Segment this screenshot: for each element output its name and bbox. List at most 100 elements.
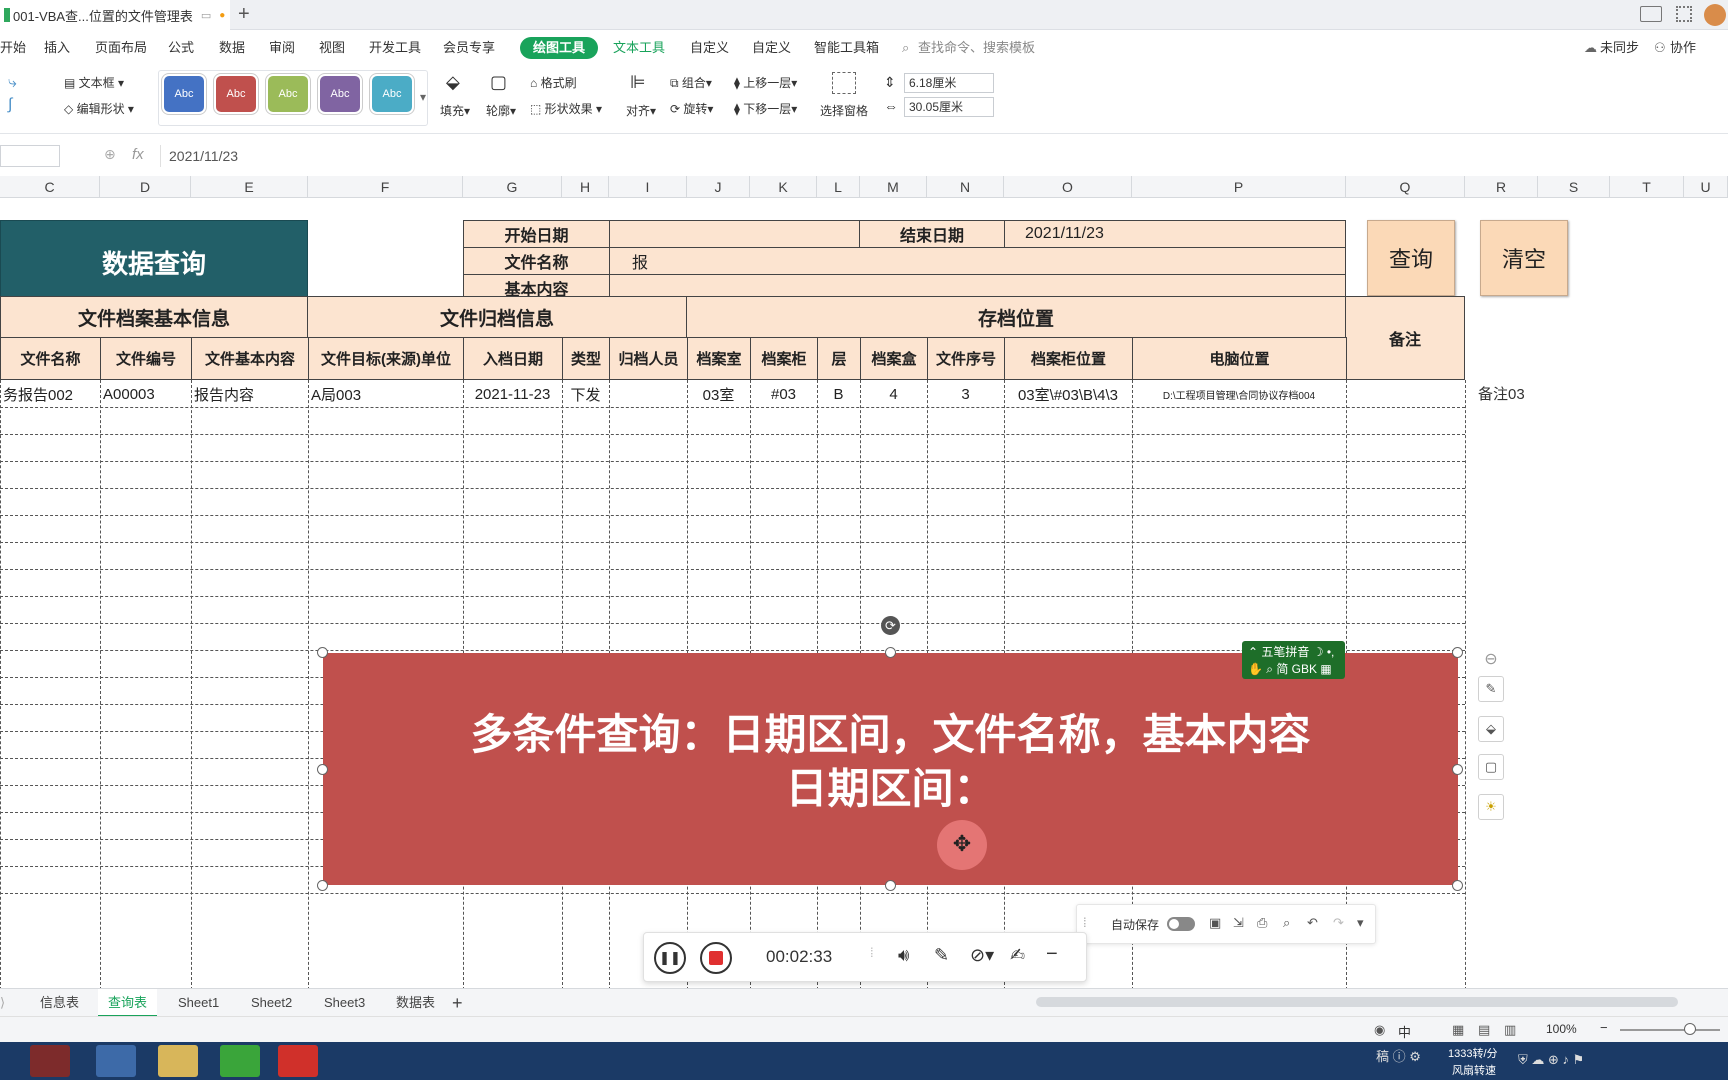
sheet-tab-info[interactable]: 信息表 — [40, 989, 79, 1017]
sync-status[interactable]: 未同步 — [1600, 30, 1639, 66]
column-header-S[interactable]: S — [1538, 176, 1610, 198]
command-search[interactable]: 查找命令、搜索模板 — [918, 30, 1035, 66]
cell-file-seq[interactable]: 3 — [930, 381, 1001, 408]
textbox-button[interactable]: ▤ 文本框 ▾ — [64, 74, 124, 91]
column-header-E[interactable]: E — [191, 176, 308, 198]
speaker-icon[interactable]: 🔊︎ — [898, 945, 909, 966]
cards-app-icon[interactable] — [30, 1045, 70, 1077]
shape-width-input[interactable]: 30.05厘米 — [904, 97, 994, 117]
menu-custom-2[interactable]: 自定义 — [752, 30, 791, 66]
resize-handle-b[interactable] — [885, 880, 896, 891]
column-header-F[interactable]: F — [308, 176, 463, 198]
align-button[interactable]: 对齐▾ — [626, 102, 656, 119]
new-tab-button[interactable]: + — [238, 3, 250, 26]
bring-forward-button[interactable]: ⧫ 上移一层▾ — [734, 74, 797, 91]
column-header-D[interactable]: D — [100, 176, 191, 198]
column-header-C[interactable]: C — [0, 176, 100, 198]
column-header-L[interactable]: L — [817, 176, 860, 198]
avatar[interactable] — [1704, 4, 1726, 26]
fill-button[interactable]: 填充▾ — [440, 102, 470, 119]
resize-handle-tr[interactable] — [1452, 647, 1463, 658]
add-sheet-button[interactable]: + — [452, 989, 463, 1017]
resize-handle-l[interactable] — [317, 764, 328, 775]
preview-icon[interactable]: ⌕ — [1283, 915, 1290, 931]
outline-frame-icon[interactable]: ▢ — [1478, 754, 1504, 780]
minimize-icon[interactable]: − — [1046, 943, 1058, 966]
horizontal-scrollbar[interactable] — [1036, 997, 1678, 1007]
menu-view[interactable]: 视图 — [319, 30, 345, 66]
menu-formula[interactable]: 公式 — [168, 30, 194, 66]
fill-bucket-icon[interactable]: ⬙ — [1478, 716, 1504, 742]
stop-button[interactable] — [700, 942, 732, 974]
drag-handle-icon[interactable]: ⁞ — [1083, 915, 1087, 930]
start-date-input[interactable] — [609, 220, 860, 248]
undo-icon[interactable]: ↶ — [1307, 915, 1318, 931]
end-date-input[interactable]: 2021/11/23 — [1004, 220, 1346, 248]
shape-height-input[interactable]: 6.18厘米 — [904, 73, 994, 93]
eye-icon[interactable]: ◉ — [1374, 1022, 1385, 1038]
name-box[interactable] — [0, 145, 60, 167]
column-header-T[interactable]: T — [1610, 176, 1684, 198]
rotate-handle-icon[interactable]: ⟳ — [881, 616, 900, 635]
microphone-icon[interactable]: ✎ — [934, 945, 949, 966]
query-button[interactable]: 查询 — [1367, 220, 1455, 296]
grid-icon[interactable] — [1676, 6, 1692, 22]
cell-type[interactable]: 下发 — [565, 381, 606, 408]
lightbulb-icon[interactable]: ☀ — [1478, 794, 1504, 820]
zoom-icon[interactable]: ⊕ — [104, 146, 116, 163]
resize-handle-br[interactable] — [1452, 880, 1463, 891]
menu-custom-1[interactable]: 自定义 — [690, 30, 729, 66]
format-brush-button[interactable]: ⌂ 格式刷 — [530, 74, 577, 91]
resize-handle-t[interactable] — [885, 647, 896, 658]
folder-icon[interactable] — [158, 1045, 198, 1077]
cell-shelf-layer[interactable]: B — [820, 381, 857, 408]
connector-icon[interactable]: ⤷ — [8, 74, 17, 92]
input-lang[interactable]: 中 — [1398, 1022, 1411, 1041]
menu-data[interactable]: 数据 — [219, 30, 245, 66]
cell-source-unit[interactable]: A局003 — [311, 381, 460, 408]
column-header-P[interactable]: P — [1132, 176, 1346, 198]
resize-handle-r[interactable] — [1452, 764, 1463, 775]
sheet-tab-sheet2[interactable]: Sheet2 — [251, 989, 292, 1017]
tab-scroll-icon[interactable]: ⟩ — [0, 989, 5, 1017]
brush-icon[interactable]: ✍ — [1010, 945, 1025, 966]
outline-button[interactable]: 轮廓▾ — [486, 102, 516, 119]
send-backward-button[interactable]: ⧫ 下移一层▾ — [734, 100, 797, 117]
curve-icon[interactable]: ∫ — [8, 96, 12, 114]
shape-effect-button[interactable]: ⬚ 形状效果 ▾ — [530, 100, 602, 117]
column-header-U[interactable]: U — [1684, 176, 1728, 198]
column-header-H[interactable]: H — [562, 176, 609, 198]
layout-icon[interactable] — [1640, 6, 1662, 22]
break-view-icon[interactable]: ▥ — [1504, 1022, 1516, 1038]
tab-drawing-tools[interactable]: 绘图工具 — [520, 37, 599, 59]
tab-text-tools[interactable]: 文本工具 — [613, 30, 665, 66]
formula-input[interactable]: 2021/11/23 — [160, 145, 1728, 167]
menu-smart-toolbox[interactable]: 智能工具箱 — [814, 30, 879, 66]
rotate-button[interactable]: ⟳ 旋转▾ — [670, 100, 713, 117]
style-swatch-green[interactable]: Abc — [268, 76, 308, 112]
cell-file-number[interactable]: A00003 — [103, 381, 188, 408]
zoom-slider[interactable] — [1620, 1029, 1720, 1031]
camera-off-icon[interactable]: ⊘▾ — [970, 945, 994, 966]
pause-icon[interactable]: ❚❚ — [654, 942, 686, 974]
ime-toolbar[interactable]: ⌃ 五笔拼音 ☽ •, ✋ ⌕ 简 GBK ▦ — [1242, 641, 1345, 679]
text-shape-box[interactable]: 多条件查询：日期区间，文件名称，基本内容 日期区间： — [323, 653, 1458, 885]
style-swatch-red[interactable]: Abc — [216, 76, 256, 112]
zoom-level[interactable]: 100% — [1546, 1022, 1577, 1036]
group-button[interactable]: ⧉ 组合▾ — [670, 74, 712, 91]
tray-icons-right[interactable]: ⛨ ☁ ⊕ ♪ ⚑ — [1518, 1052, 1584, 1068]
tray-icons[interactable]: 稿 ⓘ ⚙ — [1376, 1046, 1421, 1065]
settings-app-icon[interactable] — [96, 1045, 136, 1077]
collaborate-button[interactable]: 协作 — [1670, 30, 1696, 66]
column-header-I[interactable]: I — [609, 176, 687, 198]
more-icon[interactable]: ▾ — [1357, 915, 1364, 931]
sheet-tab-sheet1[interactable]: Sheet1 — [178, 989, 219, 1017]
page-view-icon[interactable]: ▤ — [1478, 1022, 1490, 1038]
column-header-K[interactable]: K — [750, 176, 817, 198]
save-icon[interactable]: ▣ — [1209, 915, 1221, 931]
menu-insert[interactable]: 插入 — [44, 30, 70, 66]
menu-member[interactable]: 会员专享 — [443, 30, 495, 66]
style-swatch-teal[interactable]: Abc — [372, 76, 412, 112]
menu-home[interactable]: 开始 — [0, 30, 26, 66]
sheet-tab-query[interactable]: 查询表 — [98, 989, 158, 1017]
